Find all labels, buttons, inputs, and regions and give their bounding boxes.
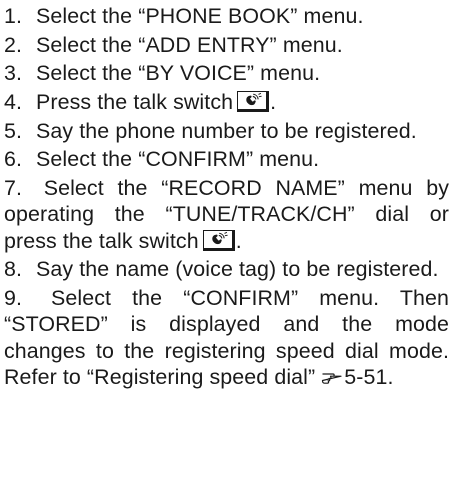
step-6: 6. Select the “CONFIRM” menu.	[4, 146, 449, 172]
step-number: 7.	[4, 176, 23, 201]
step-text-end: .	[235, 228, 242, 253]
step-text: Select the “BY VOICE” menu.	[36, 61, 321, 86]
step-text: Select the “ADD ENTRY” menu.	[36, 32, 343, 57]
step-3: 3. Select the “BY VOICE” menu.	[4, 60, 449, 86]
step-number: 1.	[4, 4, 23, 28]
step-7: 7. Select the “RECORD NAME” menu by oper…	[4, 175, 449, 254]
step-text-end: .	[387, 364, 394, 389]
step-text: Say the phone number to be registered.	[36, 118, 417, 143]
step-number: 3.	[4, 61, 23, 86]
talk-switch-icon	[202, 229, 235, 251]
step-text: Say the name (voice tag) to be registere…	[36, 257, 439, 282]
step-4: 4. Press the talk switch .	[4, 89, 449, 115]
step-1: 1. Select the “PHONE BOOK” menu.	[4, 3, 449, 29]
page-reference-hand-icon	[321, 369, 343, 386]
step-9: 9. Select the “CONFIRM” menu. Then “STOR…	[4, 285, 449, 390]
step-text: Select the “PHONE BOOK” menu.	[36, 4, 364, 28]
talk-switch-icon	[237, 91, 270, 113]
step-number: 2.	[4, 32, 23, 57]
step-5: 5. Say the phone number to be registered…	[4, 118, 449, 144]
instruction-page: 1. Select the “PHONE BOOK” menu. 2. Sele…	[0, 0, 453, 479]
step-number: 6.	[4, 147, 23, 172]
step-text-end: .	[270, 90, 277, 115]
step-number: 4.	[4, 90, 23, 115]
step-text: Press the talk switch	[36, 90, 234, 115]
page-reference-link[interactable]: 5-51	[344, 365, 387, 389]
step-number: 8.	[4, 257, 23, 282]
step-number: 5.	[4, 118, 23, 143]
step-text: Select the “CONFIRM” menu.	[36, 147, 320, 172]
step-2: 2. Select the “ADD ENTRY” menu.	[4, 32, 449, 58]
step-number: 9.	[4, 286, 23, 311]
step-8: 8. Say the name (voice tag) to be regist…	[4, 256, 449, 282]
